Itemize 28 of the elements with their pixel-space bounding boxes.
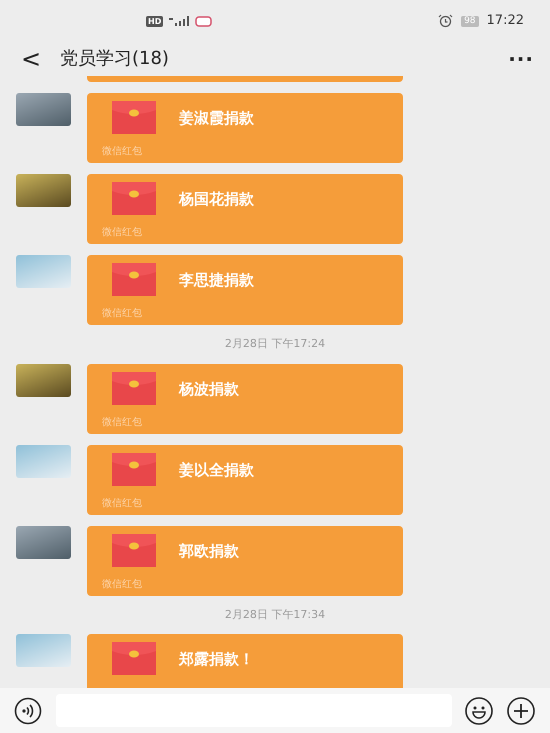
gift-caption: 微信红包 <box>102 145 142 159</box>
battery-level: 98 <box>461 16 479 26</box>
gift-message-bubble[interactable]: 姜淑霞捐款 微信红包 <box>87 93 403 163</box>
gift-caption: 微信红包 <box>102 307 142 321</box>
gift-message-text: 杨波捐款 <box>179 378 239 400</box>
gift-message-text: 郭欧捐款 <box>179 540 239 562</box>
gift-message-bubble[interactable]: 李思捷捐款 微信红包 <box>87 255 403 325</box>
gift-message-bubble[interactable]: 杨国花捐款 微信红包 <box>87 174 403 244</box>
timestamp: 2月28日 下午17:24 <box>224 336 326 352</box>
back-button[interactable]: < <box>16 46 46 70</box>
gift-message-bubble[interactable]: 杨波捐款 微信红包 <box>87 364 403 434</box>
gift-message-text: 杨国花捐款 <box>179 189 254 210</box>
gift-message-bubble[interactable]: 姜以全捐款 微信红包 <box>87 444 403 514</box>
timestamp: 2月28日 下午17:34 <box>224 606 326 622</box>
gift-message-text: 姜以全捐款 <box>179 460 254 480</box>
clock-time: 17:22 <box>486 12 524 30</box>
chat-title: 党员学习(18) <box>60 47 169 71</box>
gift-message-text: 姜淑霞捐款 <box>179 108 254 129</box>
gift-message-bubble[interactable]: 郑露捐款！ <box>87 634 403 688</box>
gift-caption: 微信红包 <box>102 416 142 430</box>
gift-message-bubble[interactable]: 郭欧捐款 微信红包 <box>87 526 403 596</box>
gift-message-text: 李思捷捐款 <box>179 270 254 291</box>
hd-label: HD <box>146 16 164 26</box>
more-button[interactable]: ··· <box>508 48 534 68</box>
gift-caption: 微信红包 <box>102 226 142 240</box>
gift-message-text: 郑露捐款！ <box>179 649 254 670</box>
gift-caption: 微信红包 <box>102 496 142 510</box>
gift-caption: 微信红包 <box>102 578 142 592</box>
